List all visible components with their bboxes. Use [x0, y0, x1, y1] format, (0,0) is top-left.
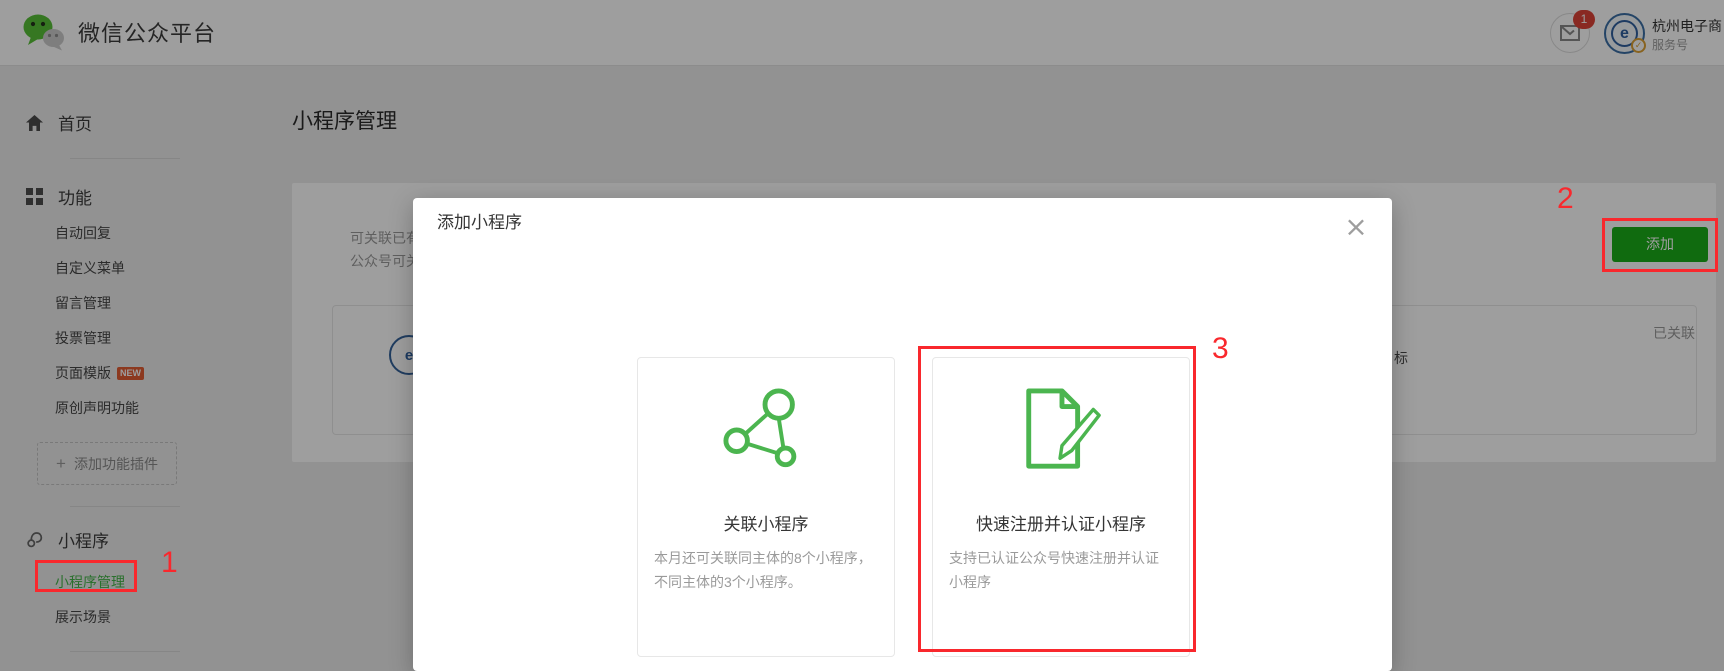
- option-card-fast-register[interactable]: 快速注册并认证小程序 支持已认证公众号快速注册并认证 小程序: [932, 357, 1190, 657]
- document-pen-icon: [1017, 386, 1105, 474]
- add-miniprogram-modal: 添加小程序 × 关联小程序 本月还可关联同主体的8个小程序， 不同主体的3个小程…: [413, 198, 1392, 671]
- option-card-title: 关联小程序: [638, 510, 894, 535]
- option-card-desc: 本月还可关联同主体的8个小程序， 不同主体的3个小程序。: [654, 546, 878, 594]
- option-card-link-miniprogram[interactable]: 关联小程序 本月还可关联同主体的8个小程序， 不同主体的3个小程序。: [637, 357, 895, 657]
- network-link-icon: [722, 386, 810, 474]
- option-card-title: 快速注册并认证小程序: [933, 510, 1189, 535]
- close-icon[interactable]: ×: [1340, 212, 1372, 244]
- wechat-mp-platform: 微信公众平台 1 e ✓ 杭州电子商 服务号 首页: [0, 0, 1724, 671]
- modal-title: 添加小程序: [437, 208, 522, 233]
- option-card-desc: 支持已认证公众号快速注册并认证 小程序: [949, 546, 1173, 594]
